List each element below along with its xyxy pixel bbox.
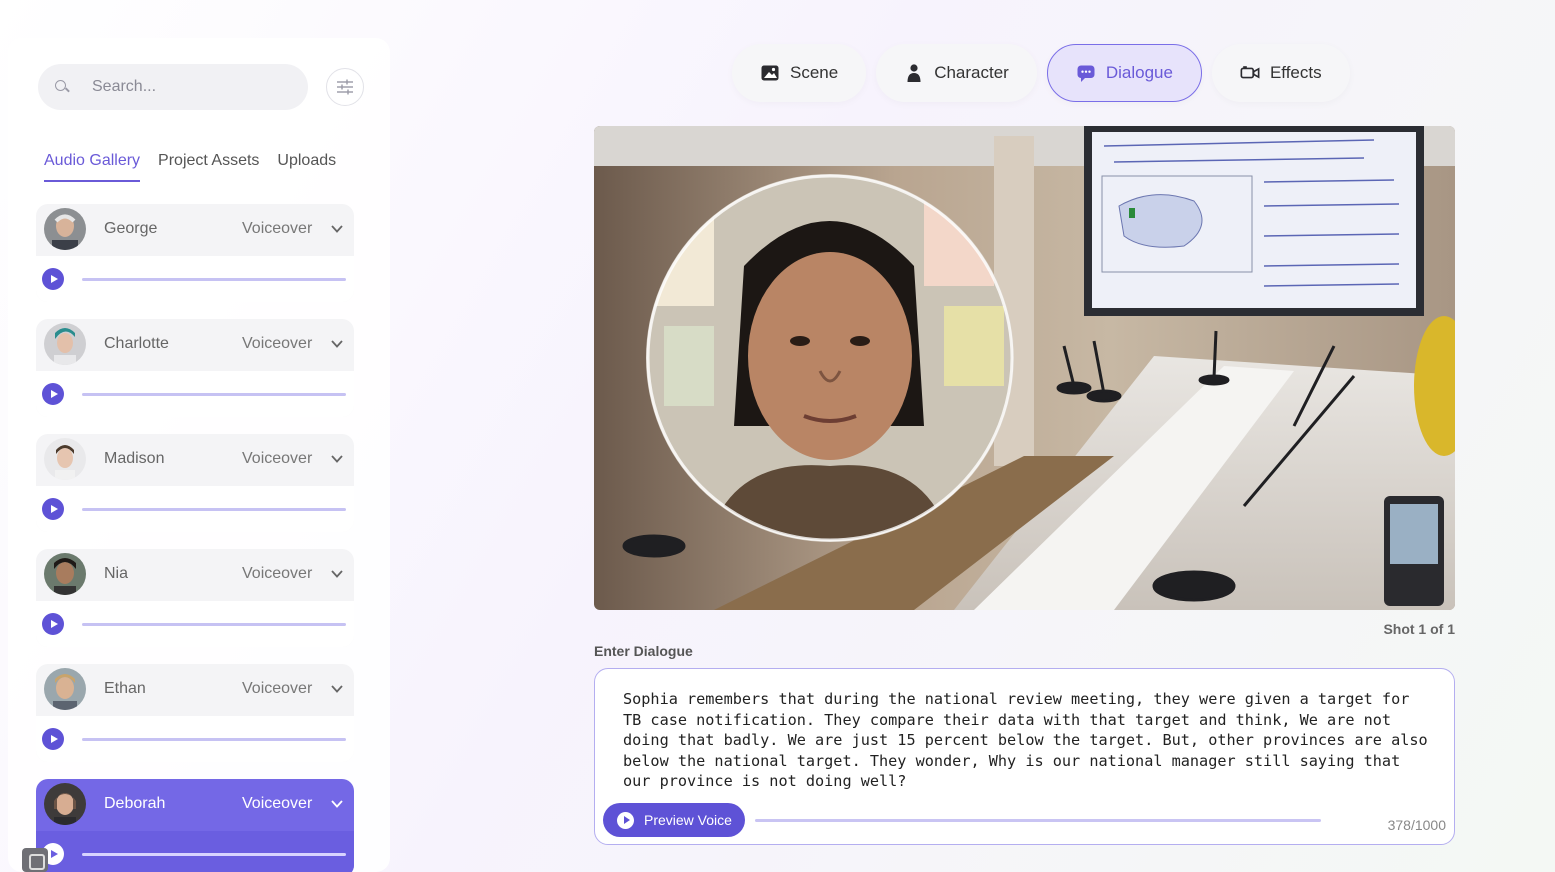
voice-name: George <box>104 220 158 237</box>
chat-icon <box>1077 65 1095 82</box>
voice-card-charlotte[interactable]: Charlotte Voiceover <box>36 319 354 417</box>
tab-label: Character <box>934 63 1009 82</box>
tab-label: Dialogue <box>1105 63 1173 82</box>
play-icon[interactable] <box>42 268 64 290</box>
voice-type-dropdown[interactable]: Voiceover <box>242 680 312 698</box>
audio-progress-bar[interactable] <box>82 623 346 626</box>
tab-effects[interactable]: Effects <box>1211 44 1350 102</box>
audio-player <box>36 831 354 872</box>
sidebar: Audio Gallery Project Assets Uploads Geo… <box>8 38 390 872</box>
voice-name: Ethan <box>104 680 146 697</box>
chevron-down-icon[interactable] <box>330 567 344 581</box>
voice-type-dropdown[interactable]: Voiceover <box>242 795 312 813</box>
tab-project-assets[interactable]: Project Assets <box>158 152 259 182</box>
voice-type-dropdown[interactable]: Voiceover <box>242 335 312 353</box>
preview-voice-button[interactable]: Preview Voice <box>603 803 745 837</box>
tab-character[interactable]: Character <box>876 44 1037 102</box>
screenshot-tool-icon[interactable] <box>22 848 48 872</box>
voice-type-dropdown[interactable]: Voiceover <box>242 450 312 468</box>
search-box[interactable] <box>38 64 308 110</box>
avatar <box>44 208 86 250</box>
tab-label: Scene <box>790 63 839 82</box>
tab-audio-gallery[interactable]: Audio Gallery <box>44 152 141 182</box>
audio-progress-bar[interactable] <box>82 278 346 281</box>
voice-card-madison[interactable]: Madison Voiceover <box>36 434 354 532</box>
play-icon[interactable] <box>42 383 64 405</box>
voice-card-ethan[interactable]: Ethan Voiceover <box>36 664 354 762</box>
chevron-down-icon[interactable] <box>330 337 344 351</box>
play-icon[interactable] <box>42 613 64 635</box>
audio-progress-bar[interactable] <box>82 853 346 856</box>
audio-player <box>36 601 354 647</box>
sliders-icon <box>337 79 353 95</box>
play-icon[interactable] <box>42 498 64 520</box>
voice-card-george[interactable]: George Voiceover <box>36 204 354 302</box>
shot-counter: Shot 1 of 1 <box>1383 621 1455 637</box>
play-icon <box>617 811 634 829</box>
chevron-down-icon[interactable] <box>330 452 344 466</box>
voice-name: Nia <box>104 565 129 582</box>
camera-icon <box>1240 66 1260 79</box>
filter-button[interactable] <box>326 68 364 106</box>
chevron-down-icon[interactable] <box>330 222 344 236</box>
dialogue-label: Enter Dialogue <box>594 643 693 659</box>
person-icon <box>907 64 921 82</box>
scene-preview-image <box>594 126 1455 610</box>
voice-type-dropdown[interactable]: Voiceover <box>242 220 312 238</box>
avatar <box>44 323 86 365</box>
image-icon <box>761 65 779 81</box>
voice-type-dropdown[interactable]: Voiceover <box>242 565 312 583</box>
chevron-down-icon[interactable] <box>330 797 344 811</box>
play-icon[interactable] <box>42 728 64 750</box>
tab-label: Effects <box>1269 63 1322 82</box>
audio-player <box>36 371 354 417</box>
search-icon <box>54 79 70 95</box>
tab-uploads[interactable]: Uploads <box>277 152 336 182</box>
voice-name: Madison <box>104 450 165 467</box>
preview-progress-bar[interactable] <box>755 819 1321 822</box>
gallery-tabs: Audio Gallery Project Assets Uploads <box>44 152 336 182</box>
character-count: 378/1000 <box>1387 817 1446 833</box>
editor-mode-nav: Scene Character Dialogue Effects <box>732 44 1350 104</box>
audio-progress-bar[interactable] <box>82 738 346 741</box>
voice-card-deborah[interactable]: Deborah Voiceover <box>36 779 354 872</box>
tab-dialogue[interactable]: Dialogue <box>1046 44 1202 102</box>
avatar <box>44 783 86 825</box>
avatar <box>44 553 86 595</box>
search-input[interactable] <box>92 78 282 96</box>
dialogue-text[interactable]: Sophia remembers that during the nationa… <box>623 689 1433 792</box>
app-root: Audio Gallery Project Assets Uploads Geo… <box>0 0 1555 872</box>
tab-scene[interactable]: Scene <box>732 44 867 102</box>
voice-card-nia[interactable]: Nia Voiceover <box>36 549 354 647</box>
audio-player <box>36 486 354 532</box>
voice-name: Deborah <box>104 795 166 812</box>
avatar <box>44 668 86 710</box>
preview-voice-label: Preview Voice <box>644 812 732 828</box>
dialogue-input[interactable]: Sophia remembers that during the nationa… <box>594 668 1455 845</box>
audio-progress-bar[interactable] <box>82 393 346 396</box>
chevron-down-icon[interactable] <box>330 682 344 696</box>
audio-player <box>36 256 354 302</box>
avatar <box>44 438 86 480</box>
voice-name: Charlotte <box>104 335 169 352</box>
audio-player <box>36 716 354 762</box>
audio-progress-bar[interactable] <box>82 508 346 511</box>
